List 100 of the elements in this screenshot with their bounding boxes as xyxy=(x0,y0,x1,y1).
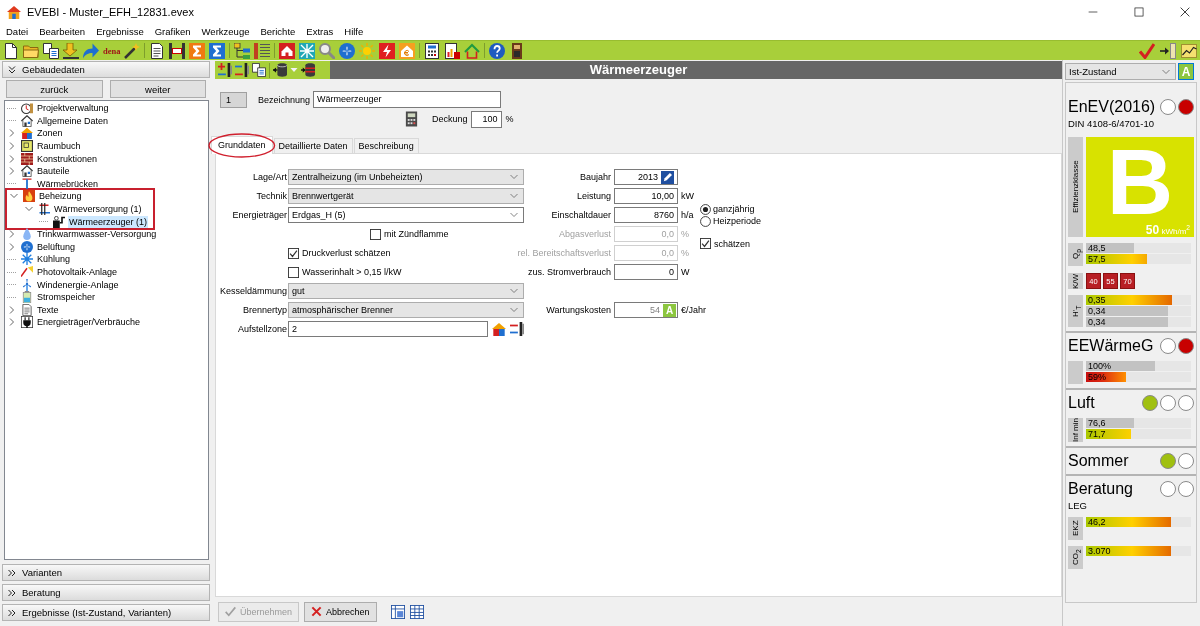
tree-item[interactable]: Wärmebrücken xyxy=(36,177,100,190)
radio-label[interactable]: Heizperiode xyxy=(713,216,762,226)
tree-item[interactable]: Trinkwarmwasser-Versorgung xyxy=(36,228,158,241)
tree-diagram-icon[interactable] xyxy=(234,42,251,59)
frame-icon[interactable] xyxy=(169,42,186,59)
nav-button[interactable]: weiter xyxy=(109,80,206,98)
tree-item[interactable]: Texte xyxy=(36,303,60,316)
menu-item[interactable]: Ergebnisse xyxy=(96,26,144,37)
chart-document-icon[interactable] xyxy=(444,42,461,59)
dropdown[interactable]: Zentralheizung (im Unbeheizten) xyxy=(288,169,524,185)
euro-house-tile-icon[interactable] xyxy=(399,42,416,59)
tree-item[interactable]: Wärmeversorgung (1) xyxy=(53,203,143,216)
tab[interactable]: Beschreibung xyxy=(353,138,419,153)
cost-field[interactable]: 54 A xyxy=(614,302,678,318)
section-header[interactable]: Varianten xyxy=(2,564,210,581)
field-label: Wartungskosten xyxy=(546,304,611,316)
import-arrow-icon[interactable] xyxy=(1160,42,1176,59)
maximize-icon[interactable] xyxy=(1134,6,1144,17)
tab[interactable]: Detaillierte Daten xyxy=(273,138,353,153)
sigma-tile-icon[interactable] xyxy=(189,42,206,59)
unit-label: % xyxy=(505,114,514,124)
check-icon xyxy=(225,606,236,617)
checkbox-label[interactable]: mit Zündflamme xyxy=(384,229,449,239)
checkbox[interactable] xyxy=(288,266,299,278)
add-rows-icon[interactable] xyxy=(218,63,232,77)
radio-button[interactable] xyxy=(700,203,711,215)
nav-button[interactable]: zurück xyxy=(6,80,103,98)
help-icon[interactable] xyxy=(489,42,506,59)
copy-documents-icon[interactable] xyxy=(43,42,59,59)
grid-view-icon[interactable] xyxy=(409,604,424,619)
arrow-down-icon[interactable] xyxy=(63,42,79,59)
menu-item[interactable]: Datei xyxy=(6,26,29,37)
variant-dropdown[interactable]: Ist-Zustand xyxy=(1065,63,1176,80)
sigma-tile-icon[interactable] xyxy=(209,42,226,59)
tree-item[interactable]: Raumbuch xyxy=(36,140,82,153)
dropdown[interactable]: atmosphärischer Brenner xyxy=(288,302,524,318)
tree-item[interactable]: Projektverwaltung xyxy=(36,102,110,115)
dropdown[interactable]: Brennwertgerät xyxy=(288,188,524,204)
list-icon[interactable] xyxy=(254,42,271,59)
menu-item[interactable]: Berichte xyxy=(260,26,296,37)
number-field[interactable]: 10,00 xyxy=(614,188,678,204)
number-field[interactable]: 0 xyxy=(614,264,678,280)
swap-arrows-icon[interactable] xyxy=(510,322,524,336)
tree-item[interactable]: Wärmeerzeuger (1) xyxy=(68,215,149,228)
copy-documents-icon[interactable] xyxy=(252,63,266,77)
tree-item[interactable]: Zonen xyxy=(36,127,64,140)
tree-item[interactable]: Energieträger/Verbräuche xyxy=(36,316,142,329)
calculator-icon[interactable] xyxy=(404,111,419,127)
edit-icon[interactable] xyxy=(661,170,674,184)
house-icon[interactable] xyxy=(492,322,506,336)
calculator-document-icon[interactable] xyxy=(424,42,441,59)
dropdown[interactable]: Erdgas_H (5) xyxy=(288,207,524,223)
house-icon xyxy=(21,127,33,140)
radio-button[interactable] xyxy=(700,215,711,227)
magic-wand-icon[interactable] xyxy=(124,42,141,59)
tree-item[interactable]: Bauteile xyxy=(36,165,71,178)
tree-item[interactable]: Allgemeine Daten xyxy=(36,114,110,127)
checkbox[interactable] xyxy=(370,228,381,240)
tree-item[interactable]: Windenergie-Anlage xyxy=(36,278,120,291)
radio-label[interactable]: ganzjährig xyxy=(713,204,755,214)
tree-item[interactable]: Belüftung xyxy=(36,240,77,253)
close-icon[interactable] xyxy=(1180,6,1190,17)
dropdown[interactable]: gut xyxy=(288,283,524,299)
number-field[interactable]: 2013 xyxy=(614,169,678,185)
tree-item[interactable]: Kühlung xyxy=(36,253,72,266)
lightning-tile-icon[interactable] xyxy=(379,42,396,59)
check-icon[interactable] xyxy=(1139,42,1155,59)
network-tile-icon[interactable] xyxy=(299,42,316,59)
menu-item[interactable]: Extras xyxy=(306,26,334,37)
tree-item[interactable]: Beheizung xyxy=(38,190,83,203)
checkbox-label[interactable]: Druckverlust schätzen xyxy=(302,248,391,258)
fan-icon[interactable] xyxy=(339,42,356,59)
checkbox[interactable] xyxy=(288,247,299,259)
coverage-field[interactable]: 100 xyxy=(470,110,502,128)
table-view-icon[interactable] xyxy=(390,604,405,619)
menu-item[interactable]: Werkzeuge xyxy=(201,26,250,37)
menu-item[interactable]: Hilfe xyxy=(344,26,364,37)
name-field[interactable]: Wärmeerzeuger xyxy=(313,91,502,108)
section-header[interactable]: Ergebnisse (Ist-Zustand, Varianten) xyxy=(2,604,210,621)
database-arrow-icon[interactable] xyxy=(301,63,315,77)
database-arrow-icon[interactable] xyxy=(273,63,287,77)
document-icon[interactable] xyxy=(149,42,166,59)
tree-item[interactable]: Photovoltaik-Anlage xyxy=(36,266,119,278)
menu-item[interactable]: Grafiken xyxy=(154,26,191,37)
tree-item[interactable]: Stromspeicher xyxy=(36,291,97,304)
new-document-icon[interactable] xyxy=(3,42,19,59)
checkbox-label[interactable]: Wasserinhalt > 0,15 l/kW xyxy=(302,267,402,277)
menu-item[interactable]: Bearbeiten xyxy=(39,26,86,37)
logo-text[interactable]: dena xyxy=(103,45,121,56)
cancel-button[interactable]: Abbrechen xyxy=(304,601,377,622)
tree-item[interactable]: Konstruktionen xyxy=(36,152,99,165)
open-folder-icon[interactable] xyxy=(23,42,39,59)
section-header[interactable]: Gebäudedaten xyxy=(2,61,210,78)
number-field[interactable]: 8760 xyxy=(614,207,678,223)
line-chart-icon[interactable] xyxy=(1181,42,1197,59)
remove-rows-icon[interactable] xyxy=(235,63,249,77)
section-header[interactable]: Beratung xyxy=(2,584,210,601)
house-tile-icon[interactable] xyxy=(279,42,296,59)
input-field[interactable]: 2 xyxy=(288,321,488,337)
document-icon xyxy=(21,303,33,316)
